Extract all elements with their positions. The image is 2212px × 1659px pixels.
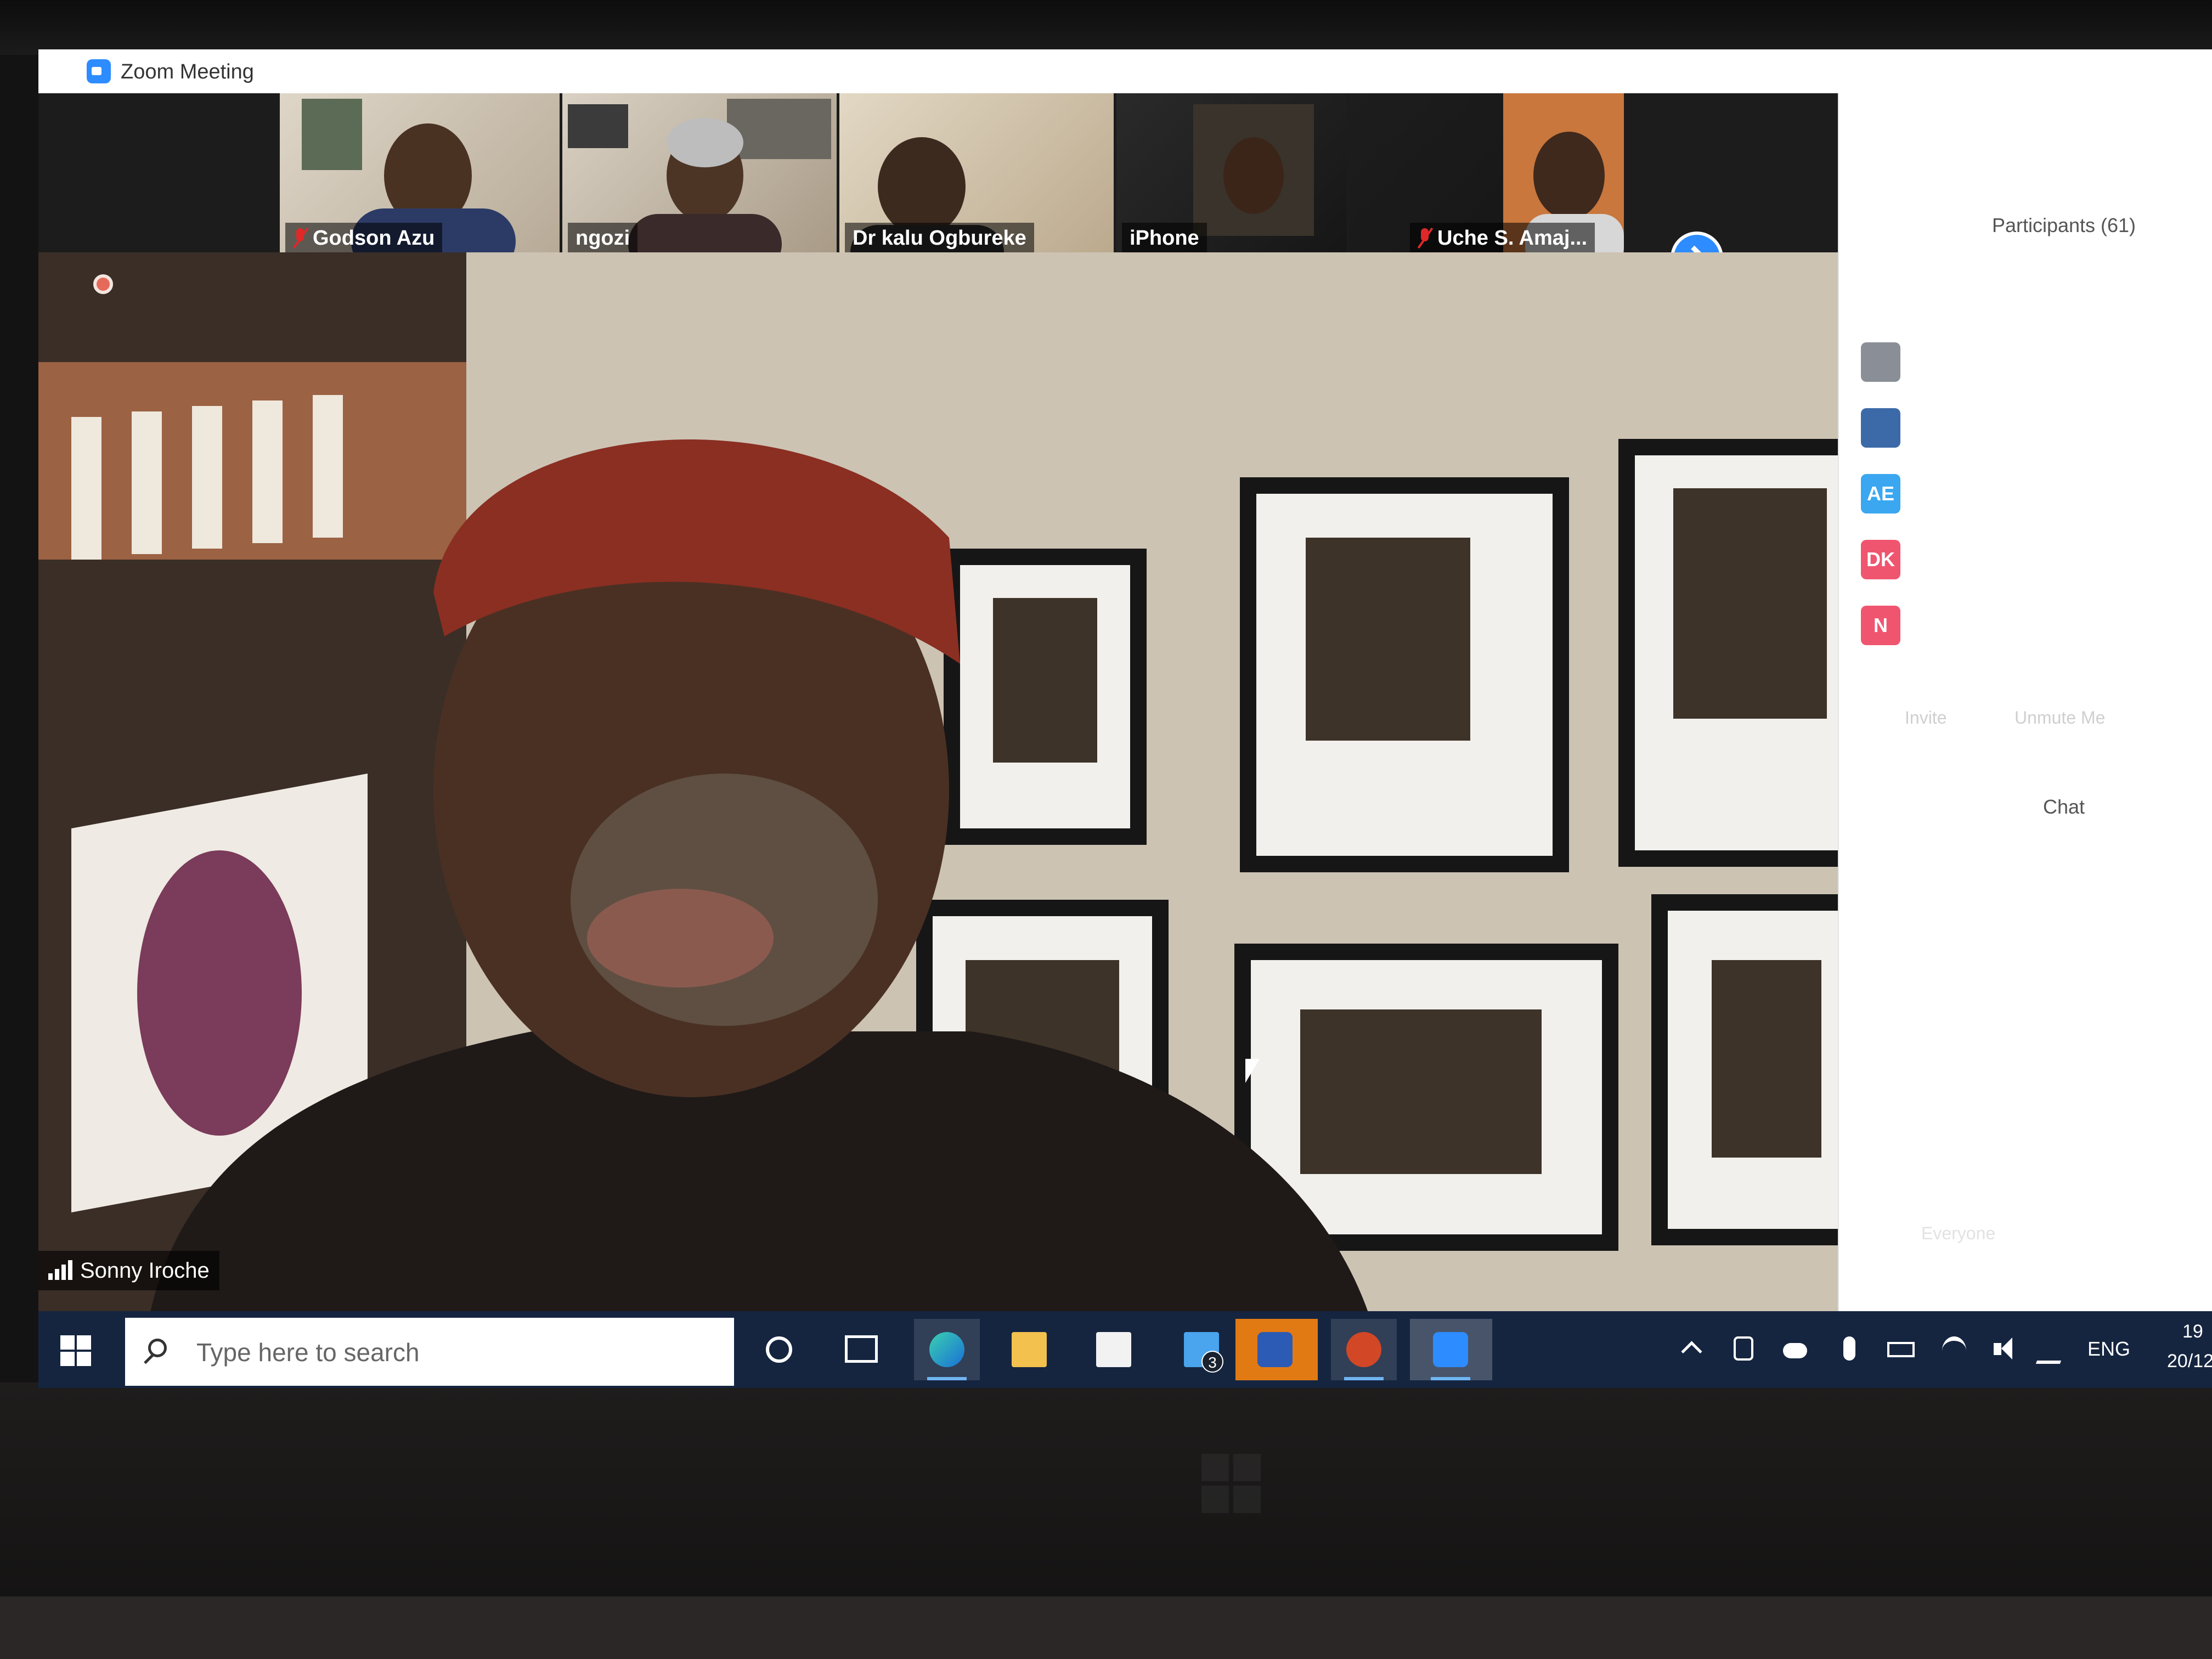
- participant-thumbnail[interactable]: ngozi: [562, 93, 837, 258]
- participants-title: Participants (61): [1991, 214, 2136, 236]
- taskbar-mail[interactable]: 3: [1169, 1319, 1234, 1380]
- participant-thumbnail[interactable]: iPhone: [1116, 93, 1347, 258]
- participant-avatar: AE: [1861, 474, 1900, 514]
- monitor-bezel-top: [0, 0, 2212, 55]
- clock[interactable]: 19 20/12: [2167, 1319, 2212, 1385]
- participant-name-tag: Dr kalu Ogbureke: [845, 223, 1034, 253]
- participant-avatar: [1861, 408, 1900, 448]
- task-view-button[interactable]: [828, 1319, 894, 1380]
- chat-recipient-dropdown[interactable]: Everyone: [1921, 1223, 1995, 1244]
- side-panel: Participants (61) AE DK N Invite Unmute …: [1838, 93, 2212, 1350]
- taskbar-store[interactable]: [1081, 1319, 1147, 1380]
- mail-unread-badge: 3: [1201, 1351, 1223, 1373]
- participant-thumbnail[interactable]: Dr kalu Ogbureke: [839, 93, 1114, 258]
- participant-list-item[interactable]: N: [1861, 598, 2212, 653]
- windows-taskbar: Type here to search 3 ENG 19 20/12: [38, 1311, 2212, 1388]
- screen: Zoom Meeting Godson Azu ngozi Dr kalu Og…: [38, 49, 2212, 1388]
- participant-name-tag: ngozi: [568, 223, 638, 253]
- windows-logo-icon: [1201, 1454, 1262, 1514]
- windows-start-icon: [60, 1335, 91, 1366]
- mic-muted-icon: [293, 227, 307, 249]
- powerpoint-icon: [1346, 1332, 1381, 1367]
- mic-muted-icon: [1418, 227, 1432, 249]
- taskbar-search-box[interactable]: Type here to search: [125, 1318, 734, 1386]
- pen-workspace-icon[interactable]: [2035, 1336, 2070, 1364]
- cortana-icon: [766, 1336, 792, 1363]
- clock-date: 20/12: [2167, 1351, 2212, 1372]
- input-language-indicator[interactable]: ENG: [2087, 1338, 2130, 1361]
- search-placeholder: Type here to search: [196, 1338, 420, 1367]
- battery-icon[interactable]: [1887, 1342, 1915, 1357]
- task-view-icon: [845, 1335, 878, 1363]
- cortana-button[interactable]: [746, 1319, 812, 1380]
- zoom-icon: [1433, 1332, 1468, 1367]
- connection-signal-icon: [48, 1260, 74, 1280]
- laptop-base: [0, 1596, 2212, 1659]
- zoom-app-icon: [87, 59, 111, 83]
- wifi-icon[interactable]: [1942, 1336, 1966, 1365]
- search-icon: [148, 1339, 167, 1357]
- participant-avatar: [1861, 342, 1900, 382]
- recording-indicator-icon: [93, 274, 113, 294]
- participant-thumbnail[interactable]: Godson Azu: [280, 93, 560, 258]
- taskbar-powerpoint[interactable]: [1331, 1319, 1397, 1380]
- speaker-video-frame: [38, 252, 1838, 1322]
- edge-browser-icon: [929, 1332, 964, 1367]
- start-button[interactable]: [60, 1335, 91, 1366]
- active-speaker-video: Sonny Iroche: [38, 252, 1838, 1322]
- participant-list-item[interactable]: [1861, 400, 2212, 455]
- participant-list-item[interactable]: [1861, 335, 2212, 390]
- taskbar-zoom[interactable]: [1410, 1319, 1492, 1380]
- onedrive-cloud-icon[interactable]: [1783, 1343, 1807, 1358]
- title-bar: Zoom Meeting: [38, 49, 2212, 94]
- taskbar-file-explorer[interactable]: [996, 1319, 1062, 1380]
- store-bag-icon: [1096, 1332, 1131, 1367]
- microphone-icon[interactable]: [1843, 1336, 1855, 1361]
- running-indicator: [927, 1377, 967, 1380]
- meet-now-icon[interactable]: [1734, 1336, 1753, 1361]
- show-hidden-icons-chevron-icon[interactable]: [1679, 1336, 1703, 1362]
- participant-thumbnail[interactable]: Uche S. Amaj...: [1350, 93, 1624, 258]
- mouse-cursor-icon: [1245, 1059, 1260, 1083]
- participant-name-tag: Uche S. Amaj...: [1410, 223, 1595, 253]
- volume-icon[interactable]: [1991, 1336, 2016, 1361]
- taskbar-word[interactable]: [1235, 1319, 1318, 1380]
- taskbar-edge[interactable]: [914, 1319, 980, 1380]
- participant-list-item[interactable]: AE: [1861, 466, 2212, 521]
- participant-avatar: N: [1861, 606, 1900, 645]
- window-title: Zoom Meeting: [121, 60, 254, 83]
- clock-time: 19: [2182, 1321, 2203, 1342]
- folder-icon: [1012, 1332, 1047, 1367]
- participant-name-tag: iPhone: [1122, 223, 1207, 253]
- running-indicator: [1344, 1377, 1384, 1380]
- unmute-me-button[interactable]: Unmute Me: [2015, 708, 2105, 728]
- active-speaker-name-tag: Sonny Iroche: [38, 1251, 219, 1290]
- running-indicator: [1431, 1377, 1470, 1380]
- invite-button[interactable]: Invite: [1905, 708, 1946, 728]
- participant-avatar: DK: [1861, 540, 1900, 579]
- participant-name-tag: Godson Azu: [285, 223, 443, 253]
- participant-list-item[interactable]: DK: [1861, 532, 2212, 587]
- word-icon: [1257, 1332, 1293, 1367]
- chat-title: Chat: [2042, 795, 2085, 818]
